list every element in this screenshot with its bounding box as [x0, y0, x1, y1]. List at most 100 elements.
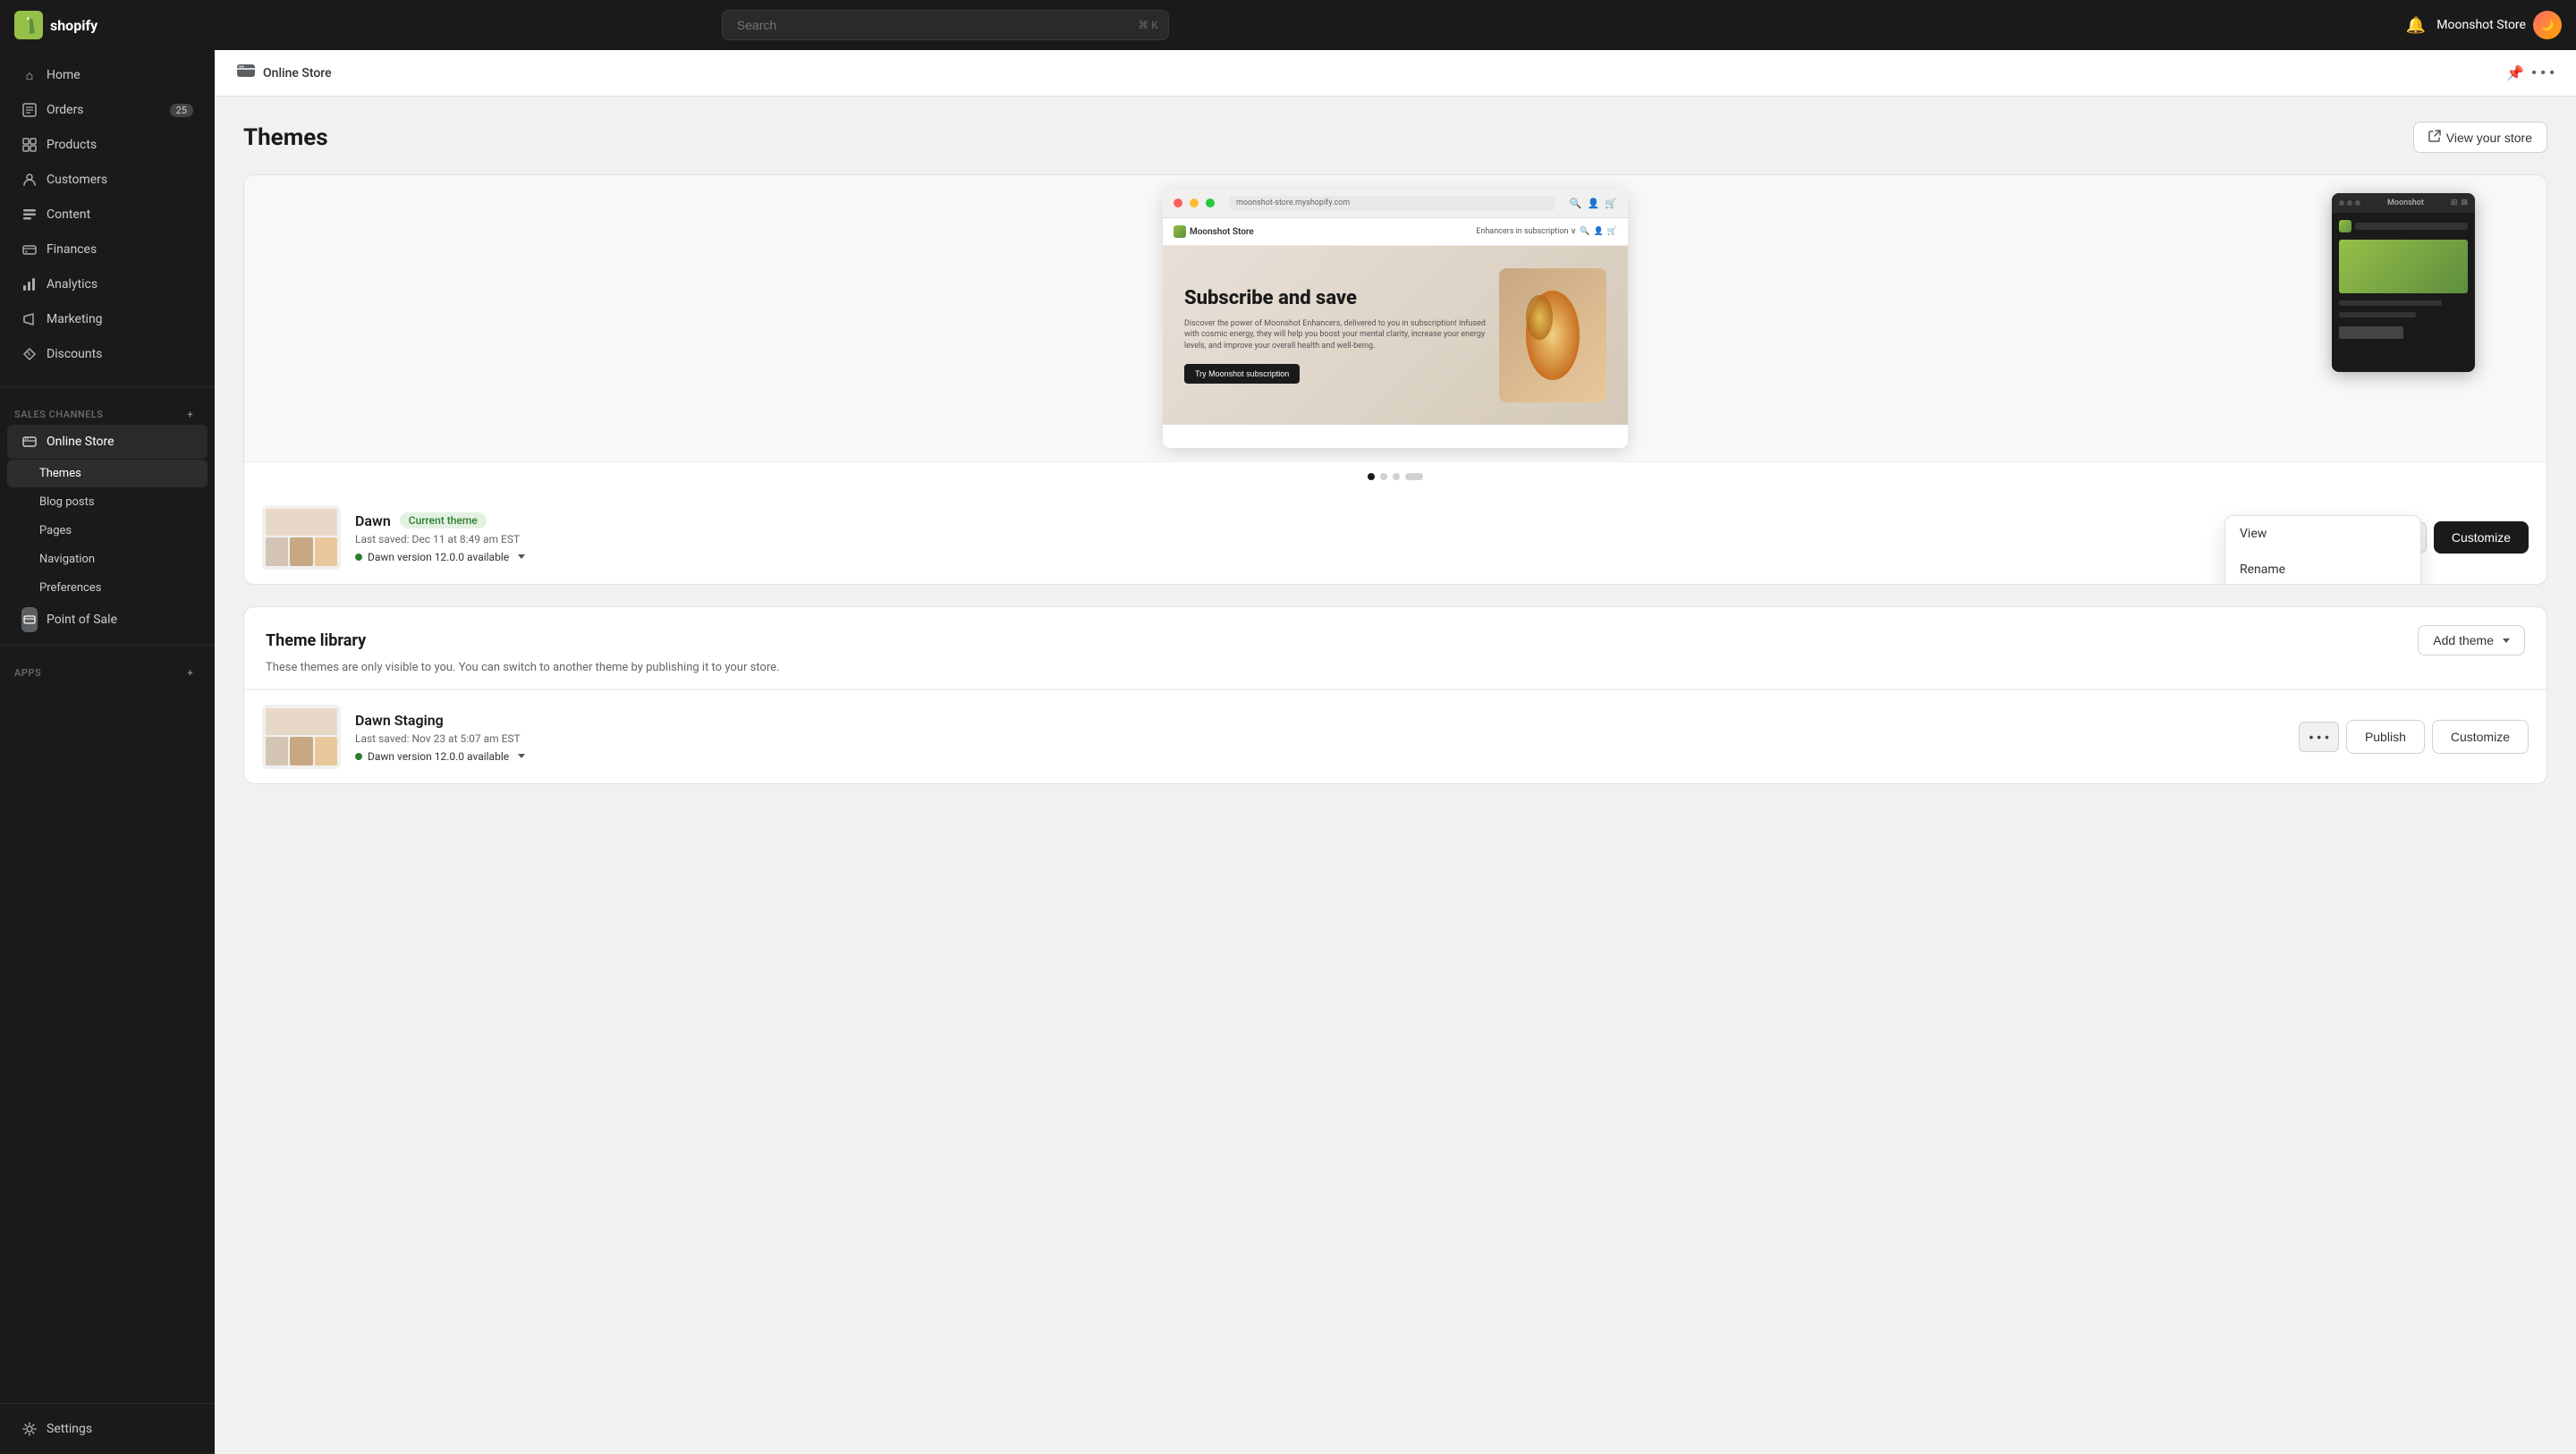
- sidebar-subitem-themes[interactable]: Themes: [7, 460, 208, 487]
- hero-cta-button[interactable]: Try Moonshot subscription: [1184, 364, 1300, 384]
- content-title-row: Themes View your store: [243, 122, 2547, 153]
- store-nav-logo-icon: [1174, 225, 1186, 238]
- sidebar-item-online-store[interactable]: Online Store: [7, 425, 208, 459]
- pos-icon: [21, 612, 38, 628]
- thumb-col-2: [290, 537, 312, 566]
- staging-theme-actions: • • • Publish Customize: [2299, 720, 2529, 754]
- products-icon: [21, 137, 38, 153]
- browser-dot-yellow: [1190, 199, 1199, 207]
- sidebar-label-orders: Orders: [47, 103, 84, 117]
- sidebar-item-orders[interactable]: Orders 25: [7, 93, 208, 127]
- shopify-logo-icon: [14, 11, 43, 39]
- add-sales-channel-btn[interactable]: +: [187, 409, 193, 420]
- sidebar-item-finances[interactable]: Finances: [7, 232, 208, 266]
- sidebar-item-pos[interactable]: Point of Sale: [7, 603, 208, 637]
- preferences-label: Preferences: [39, 581, 101, 595]
- sidebar-subitem-blog-posts[interactable]: Blog posts: [7, 488, 208, 516]
- staging-theme-thumbnail: [262, 705, 341, 769]
- browser-mockup-secondary: Moonshot ⊞ ⊠: [2332, 193, 2475, 372]
- view-store-label: View your store: [2446, 131, 2532, 145]
- staging-more-button[interactable]: • • •: [2299, 722, 2338, 752]
- search-nav-icon: 🔍: [1570, 198, 1582, 209]
- sidebar-label-discounts: Discounts: [47, 347, 102, 361]
- staging-thumb-grid: [266, 737, 337, 765]
- sidebar-item-settings[interactable]: Settings: [7, 1412, 208, 1446]
- sidebar-subitem-pages[interactable]: Pages: [7, 517, 208, 545]
- orders-badge: 25: [170, 104, 193, 117]
- page-title: Themes: [243, 124, 328, 151]
- orders-icon: [21, 102, 38, 118]
- hero-text: Subscribe and save Discover the power of…: [1184, 287, 1499, 383]
- customize-button[interactable]: Customize: [2434, 521, 2529, 554]
- sec-person-icon: ⊠: [2461, 199, 2468, 207]
- secondary-nav-bar: [2339, 220, 2468, 232]
- staging-customize-button[interactable]: Customize: [2432, 720, 2529, 754]
- carousel-dot-4[interactable]: [1405, 473, 1423, 480]
- more-options-button[interactable]: • • •: [2531, 64, 2555, 82]
- sidebar-bottom: Settings: [0, 1403, 215, 1454]
- online-store-header-icon: [236, 61, 256, 85]
- secondary-btn: [2339, 326, 2403, 339]
- settings-icon: [21, 1421, 38, 1437]
- library-description: These themes are only visible to you. Yo…: [244, 655, 2546, 689]
- customers-icon: [21, 172, 38, 188]
- staging-last-saved: Last saved: Nov 23 at 5:07 am EST: [355, 732, 2284, 745]
- secondary-text-1: [2339, 300, 2442, 306]
- current-theme-badge: Current theme: [400, 512, 487, 528]
- search-input[interactable]: [722, 10, 1169, 40]
- store-avatar: 🌙: [2533, 11, 2562, 39]
- add-theme-button[interactable]: Add theme: [2418, 625, 2525, 655]
- hero-image: [1499, 268, 1606, 402]
- sidebar-item-products[interactable]: Products: [7, 128, 208, 162]
- staging-version-chevron-icon[interactable]: [518, 754, 525, 758]
- avatar-initials: 🌙: [2541, 19, 2555, 31]
- browser-mockup-main: moonshot-store.myshopify.com 🔍 👤 🛒 Moons…: [1163, 189, 1628, 448]
- sidebar-item-marketing[interactable]: Marketing: [7, 302, 208, 336]
- person-nav-icon: 👤: [1588, 198, 1600, 209]
- publish-button[interactable]: Publish: [2346, 720, 2425, 754]
- sidebar-item-analytics[interactable]: Analytics: [7, 267, 208, 301]
- sidebar-item-discounts[interactable]: % Discounts: [7, 337, 208, 371]
- add-theme-chevron-icon: [2503, 638, 2510, 643]
- svg-text:%: %: [27, 351, 31, 358]
- theme-info-row: Dawn Current theme Last saved: Dec 11 at…: [244, 491, 2546, 584]
- search-container: ⌘ K: [722, 10, 1169, 40]
- sidebar-item-content[interactable]: Content: [7, 198, 208, 232]
- carousel-dot-1[interactable]: [1368, 473, 1375, 480]
- sidebar-item-home[interactable]: Home: [7, 58, 208, 92]
- enhancers-menu: Enhancers in subscription ∨ 🔍 👤 🛒: [1476, 227, 1617, 236]
- settings-label: Settings: [47, 1422, 92, 1436]
- nav-search: 🔍: [1580, 227, 1589, 236]
- content-area: Themes View your store: [215, 97, 2576, 809]
- view-store-button[interactable]: View your store: [2413, 122, 2547, 153]
- version-chevron-icon[interactable]: [518, 554, 525, 559]
- sidebar-item-customers[interactable]: Customers: [7, 163, 208, 197]
- notification-bell-icon[interactable]: 🔔: [2406, 16, 2426, 35]
- theme-last-saved: Last saved: Dec 11 at 8:49 am EST: [355, 533, 2372, 545]
- store-switcher[interactable]: Moonshot Store 🌙: [2436, 11, 2562, 39]
- browser-url-bar: moonshot-store.myshopify.com: [1229, 196, 1555, 210]
- sidebar-subitem-preferences[interactable]: Preferences: [7, 574, 208, 602]
- carousel-dot-2[interactable]: [1380, 473, 1387, 480]
- browser-inner-nav: Moonshot Store Enhancers in subscription…: [1163, 218, 1628, 246]
- discounts-icon: %: [21, 346, 38, 362]
- store-nav-logo: Moonshot Store: [1174, 225, 1254, 238]
- add-apps-btn[interactable]: +: [187, 667, 193, 679]
- sidebar-label-pos: Point of Sale: [47, 613, 117, 627]
- carousel-dots: [244, 461, 2546, 491]
- topbar-logo[interactable]: shopify: [14, 11, 97, 39]
- context-menu-rename[interactable]: Rename: [2225, 552, 2420, 585]
- carousel-dot-3[interactable]: [1393, 473, 1400, 480]
- thumb-col-1: [266, 537, 288, 566]
- staging-version-dot: [355, 753, 362, 760]
- store-nav-name: Moonshot Store: [1190, 227, 1254, 237]
- pin-button[interactable]: 📌: [2506, 64, 2524, 82]
- context-menu-view[interactable]: View: [2225, 516, 2420, 552]
- topbar: shopify ⌘ K 🔔 Moonshot Store 🌙: [0, 0, 2576, 50]
- current-theme-card: moonshot-store.myshopify.com 🔍 👤 🛒 Moons…: [243, 174, 2547, 585]
- sidebar-label-home: Home: [47, 68, 80, 82]
- secondary-store-name: Moonshot: [2387, 199, 2424, 207]
- pages-label: Pages: [39, 524, 72, 537]
- sidebar-subitem-navigation[interactable]: Navigation: [7, 545, 208, 573]
- online-store-icon: [21, 434, 38, 450]
